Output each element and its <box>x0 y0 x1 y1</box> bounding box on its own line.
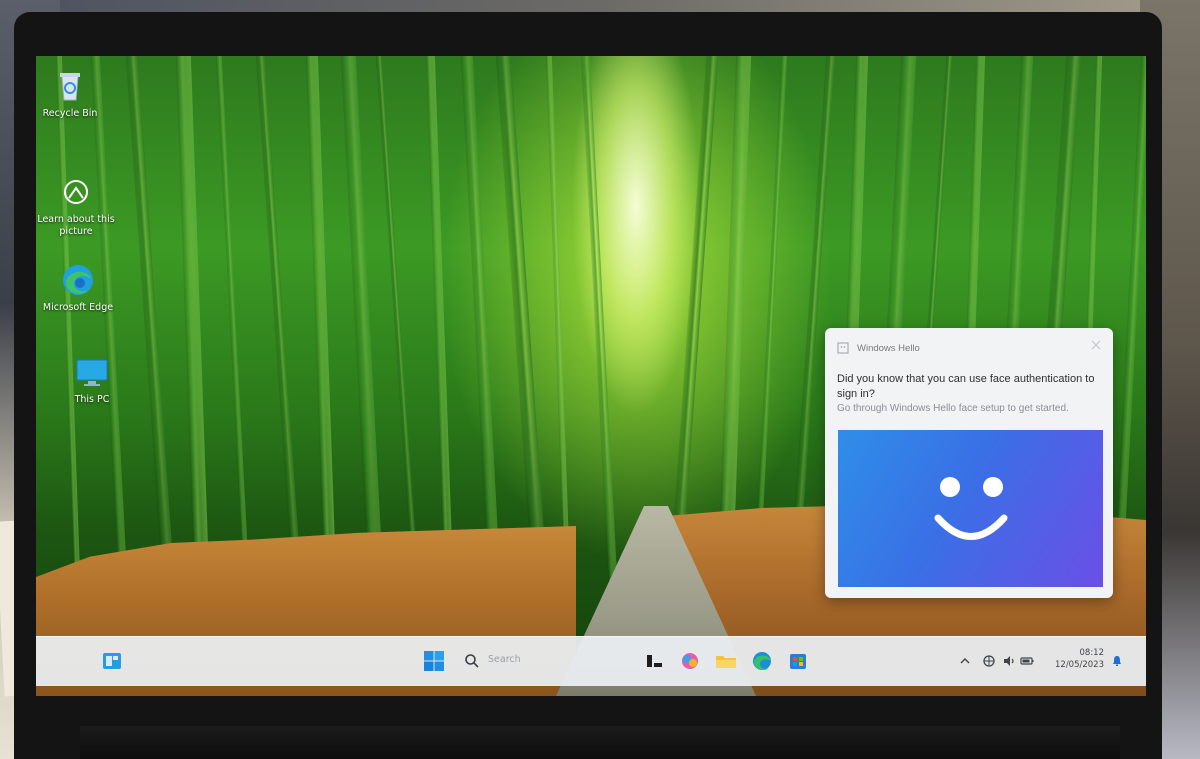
laptop-hinge <box>80 726 1120 759</box>
this-pc-icon <box>76 359 108 386</box>
widgets-icon[interactable] <box>100 649 124 673</box>
file-explorer-icon[interactable] <box>714 649 738 673</box>
search-box[interactable]: Search <box>456 647 636 675</box>
screen: Recycle Bin Learn about this picture Mic… <box>36 56 1146 696</box>
notification-hero-image <box>838 430 1103 587</box>
taskbar: Search 08:12 12/05/2023 <box>36 636 1146 686</box>
notification-title: Did you know that you can use face authe… <box>837 373 1095 400</box>
windows-hello-notification[interactable]: Windows Hello Did you know that you can … <box>825 328 1113 598</box>
edge-icon[interactable] <box>750 649 774 673</box>
search-icon <box>465 654 479 668</box>
store-icon[interactable] <box>786 649 810 673</box>
desktop-icon-this-pc[interactable]: This PC <box>52 354 132 406</box>
learn-about-picture-icon <box>64 180 88 204</box>
desktop-icon-label: Recycle Bin <box>42 108 98 119</box>
notification-app-name: Windows Hello <box>857 342 920 354</box>
edge-icon <box>63 265 93 295</box>
notification-body: Go through Windows Hello face setup to g… <box>837 403 1069 414</box>
battery-icon[interactable] <box>1020 654 1034 668</box>
chevron-up-icon[interactable] <box>958 654 972 668</box>
desktop-icon-recycle-bin[interactable]: Recycle Bin <box>36 68 110 120</box>
close-icon[interactable] <box>1089 338 1103 352</box>
desktop-icon-edge[interactable]: Microsoft Edge <box>38 262 118 314</box>
desktop-icon-label: Learn about this picture <box>37 214 115 237</box>
network-icon[interactable] <box>982 654 996 668</box>
desktop-icon-label: Microsoft Edge <box>42 302 114 313</box>
notification-bell-icon[interactable] <box>1110 654 1124 668</box>
start-icon[interactable] <box>422 649 446 673</box>
desktop-icon-label: This PC <box>74 394 110 405</box>
search-placeholder: Search <box>488 654 521 665</box>
recycle-bin-icon <box>60 73 80 101</box>
clock-time: 08:12 <box>1079 648 1105 658</box>
clock[interactable]: 08:12 12/05/2023 <box>1044 647 1104 671</box>
desktop-icon-learn-about-picture[interactable]: Learn about this picture <box>36 174 116 238</box>
windows-hello-app-icon <box>837 342 849 354</box>
volume-icon[interactable] <box>1002 654 1016 668</box>
task-view-icon[interactable] <box>642 649 666 673</box>
copilot-icon[interactable] <box>678 649 702 673</box>
clock-date: 12/05/2023 <box>1055 660 1104 670</box>
notification-header: Windows Hello <box>837 342 920 354</box>
smiley-face-icon <box>934 477 1008 540</box>
